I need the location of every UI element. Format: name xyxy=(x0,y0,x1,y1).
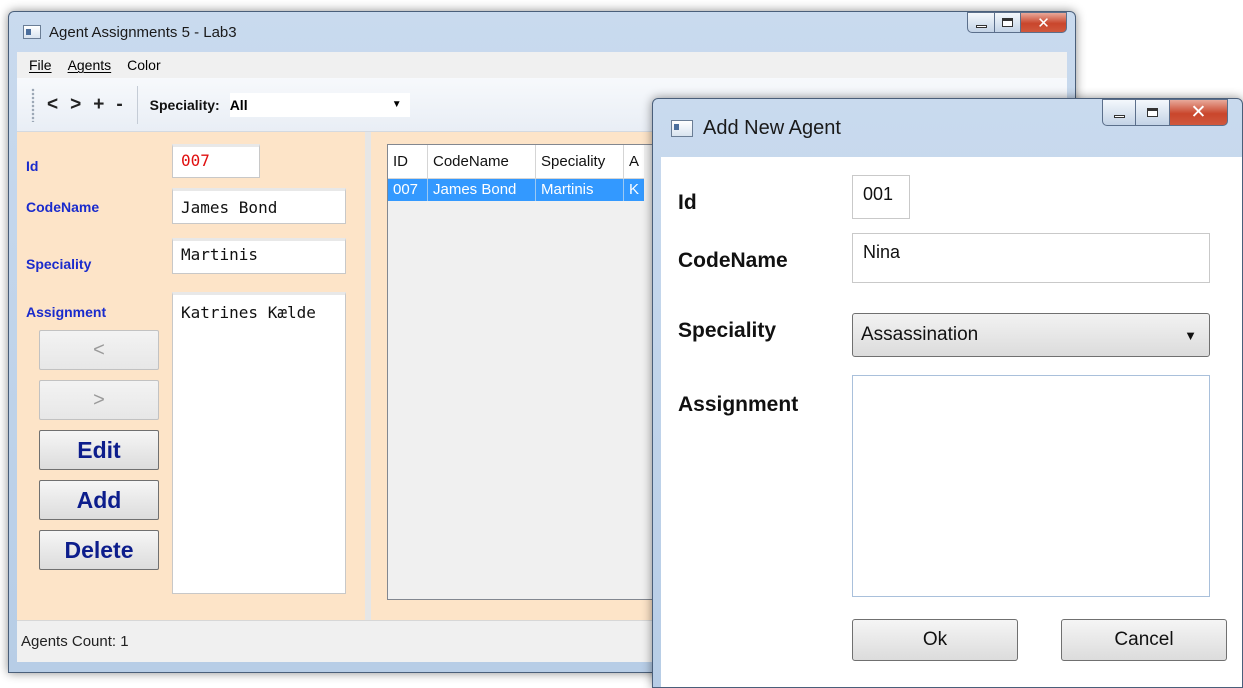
menu-bar: File Agents Color xyxy=(17,52,1067,78)
cancel-button[interactable]: Cancel xyxy=(1061,619,1227,661)
codename-input[interactable]: James Bond xyxy=(172,188,346,224)
column-header-speciality[interactable]: Speciality xyxy=(536,145,624,178)
main-minimize-button[interactable] xyxy=(967,12,995,33)
id-label: Id xyxy=(26,158,39,174)
form-prev-button[interactable]: < xyxy=(39,330,159,370)
cell-codename: James Bond xyxy=(428,179,536,201)
agent-form-panel: Id 007 CodeName James Bond Speciality Ma… xyxy=(17,132,365,622)
dialog-titlebar[interactable]: Add New Agent ✕ xyxy=(653,99,1242,157)
app-window-icon xyxy=(23,25,41,39)
cell-id: 007 xyxy=(388,179,428,201)
speciality-filter-select[interactable]: All ▼ xyxy=(229,92,410,117)
dialog-assignment-label: Assignment xyxy=(678,393,799,416)
toolbar-prev-button[interactable]: < xyxy=(41,94,64,116)
grid-header: ID CodeName Speciality A xyxy=(388,145,644,179)
toolbar-add-button[interactable]: + xyxy=(87,94,110,116)
maximize-icon xyxy=(1002,18,1013,27)
toolbar-separator xyxy=(136,85,138,124)
id-input[interactable]: 007 xyxy=(172,144,260,178)
main-maximize-button[interactable] xyxy=(995,12,1021,33)
add-button[interactable]: Add xyxy=(39,480,159,520)
dialog-id-label: Id xyxy=(678,191,697,214)
assignment-label: Assignment xyxy=(26,304,107,320)
dialog-close-button[interactable]: ✕ xyxy=(1170,99,1228,126)
dialog-id-input[interactable]: 001 xyxy=(852,175,910,219)
main-titlebar[interactable]: Agent Assignments 5 - Lab3 ✕ xyxy=(9,12,1075,52)
main-caption-buttons: ✕ xyxy=(967,12,1067,33)
dialog-codename-input[interactable]: Nina xyxy=(852,233,1210,283)
dialog-speciality-label: Speciality xyxy=(678,319,777,342)
dialog-maximize-button[interactable] xyxy=(1136,99,1170,126)
assignment-input[interactable]: Katrines Kælde xyxy=(172,292,346,594)
cell-assignment: K xyxy=(629,181,640,198)
dialog-speciality-value: Assassination xyxy=(861,324,979,345)
delete-button[interactable]: Delete xyxy=(39,530,159,570)
toolbar-remove-button[interactable]: - xyxy=(110,94,128,116)
add-agent-dialog: Add New Agent ✕ Id 001 CodeName Nina Spe… xyxy=(652,98,1243,688)
menu-file[interactable]: File xyxy=(21,57,60,73)
close-icon: ✕ xyxy=(1037,14,1050,32)
column-header-assignment[interactable]: A xyxy=(624,145,644,178)
dialog-speciality-select[interactable]: Assassination ▼ xyxy=(852,313,1210,357)
dialog-minimize-button[interactable] xyxy=(1102,99,1136,126)
main-close-button[interactable]: ✕ xyxy=(1021,12,1067,33)
agents-count-status: Agents Count: 1 xyxy=(21,633,129,650)
main-window-title: Agent Assignments 5 - Lab3 xyxy=(49,23,237,41)
form-next-button[interactable]: > xyxy=(39,380,159,420)
dialog-caption-buttons: ✕ xyxy=(1102,99,1228,126)
ok-button[interactable]: Ok xyxy=(852,619,1018,661)
app-window-icon xyxy=(671,119,693,137)
column-header-id[interactable]: ID xyxy=(388,145,428,178)
cell-speciality: Martinis xyxy=(536,179,624,201)
toolbar-grip[interactable] xyxy=(31,87,35,122)
ok-button-label: Ok xyxy=(922,629,948,650)
chevron-down-icon: ▼ xyxy=(1184,327,1197,343)
close-icon: ✕ xyxy=(1190,102,1207,123)
dialog-client-area: Id 001 CodeName Nina Speciality Assassin… xyxy=(661,157,1242,687)
table-row[interactable]: 007 James Bond Martinis K xyxy=(388,179,644,201)
speciality-filter-label: Speciality: xyxy=(149,96,220,113)
menu-color[interactable]: Color xyxy=(119,57,168,73)
edit-button[interactable]: Edit xyxy=(39,430,159,470)
minimize-icon xyxy=(1113,115,1125,118)
chevron-down-icon: ▼ xyxy=(391,99,402,110)
dialog-assignment-input[interactable] xyxy=(852,375,1210,597)
speciality-input[interactable]: Martinis xyxy=(172,238,346,274)
speciality-filter-value: All xyxy=(229,96,248,113)
cancel-button-label: Cancel xyxy=(1114,629,1174,650)
toolbar-next-button[interactable]: > xyxy=(64,94,87,116)
dialog-title: Add New Agent xyxy=(703,116,841,139)
dialog-codename-label: CodeName xyxy=(678,249,788,272)
minimize-icon xyxy=(975,25,987,28)
column-header-codename[interactable]: CodeName xyxy=(428,145,536,178)
menu-agents[interactable]: Agents xyxy=(60,57,120,73)
codename-label: CodeName xyxy=(26,199,100,215)
speciality-label: Speciality xyxy=(26,256,92,272)
maximize-icon xyxy=(1147,108,1158,117)
